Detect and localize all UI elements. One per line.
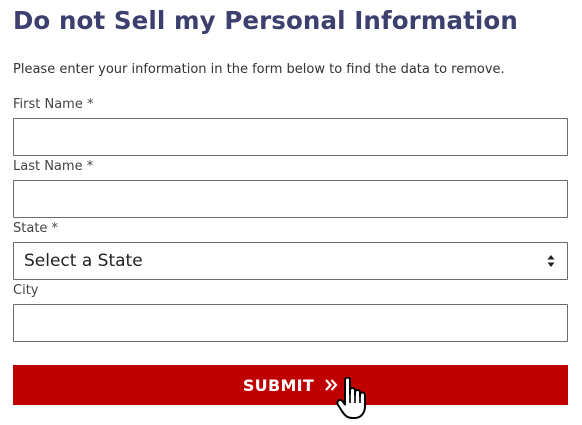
hand-pointer-cursor-icon: [336, 377, 366, 419]
city-input[interactable]: [13, 304, 568, 342]
city-label: City: [13, 283, 39, 298]
form-instructions: Please enter your information in the for…: [13, 62, 505, 77]
first-name-label: First Name *: [13, 97, 94, 112]
page-title: Do not Sell my Personal Information: [13, 6, 518, 35]
last-name-label: Last Name *: [13, 159, 94, 174]
state-select-value: Select a State: [24, 251, 143, 271]
up-down-arrows-icon: [547, 255, 555, 267]
last-name-input[interactable]: [13, 180, 568, 218]
submit-button[interactable]: SUBMIT: [13, 365, 568, 405]
first-name-input[interactable]: [13, 118, 568, 156]
do-not-sell-form-page: Do not Sell my Personal Information Plea…: [0, 0, 582, 425]
state-label: State *: [13, 221, 59, 236]
submit-button-label: SUBMIT: [242, 375, 315, 395]
state-select[interactable]: Select a State: [13, 242, 568, 280]
